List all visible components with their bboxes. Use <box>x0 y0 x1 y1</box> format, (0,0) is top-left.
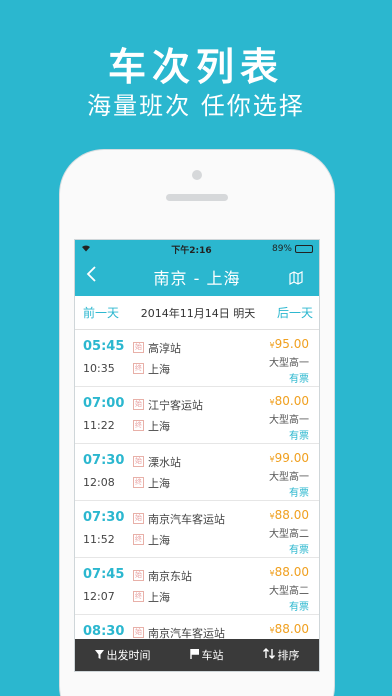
selected-date: 2014年11月14日 明天 <box>140 306 256 320</box>
map-icon[interactable] <box>289 270 303 285</box>
price: ¥88.00 <box>270 508 309 522</box>
price: ¥99.00 <box>270 451 309 465</box>
destination-tag: 终 <box>133 363 144 374</box>
depart-time: 07:45 <box>83 567 125 582</box>
depart-time-label: 出发时间 <box>106 649 151 662</box>
destination-tag: 终 <box>133 534 144 545</box>
origin-station: 溧水站 <box>148 456 181 469</box>
trip-list: 05:45 10:35 始 高淳站 终 上海 ¥95.00 大型高一 有票 07… <box>75 330 319 671</box>
price-value: 95.00 <box>274 337 309 351</box>
depart-time: 07:30 <box>83 510 125 525</box>
sort-button[interactable]: 排序 <box>262 647 300 663</box>
wifi-icon <box>81 244 91 255</box>
origin-station: 江宁客运站 <box>148 399 203 412</box>
app-screen: 下午2:16 89% 南京 - 上海 前一天 2014年11月14日 明天 后一… <box>74 239 320 672</box>
origin-tag: 始 <box>133 342 144 353</box>
trip-row[interactable]: 07:30 11:52 始 南京汽车客运站 终 上海 ¥88.00 大型高二 有… <box>75 501 319 558</box>
destination-station: 上海 <box>148 477 170 490</box>
bus-type: 大型高二 <box>269 586 309 597</box>
price-value: 88.00 <box>274 565 309 579</box>
origin-station: 南京汽车客运站 <box>148 513 225 526</box>
price-value: 99.00 <box>274 451 309 465</box>
status-right: 89% <box>272 244 313 254</box>
price-value: 88.00 <box>274 622 309 636</box>
battery-percent: 89% <box>271 244 292 254</box>
bottom-toolbar: 出发时间 车站 排序 <box>75 639 319 671</box>
chevron-left-icon[interactable] <box>85 264 97 289</box>
destination-station: 上海 <box>148 534 170 547</box>
destination-station: 上海 <box>148 420 170 433</box>
station-label: 车站 <box>201 649 224 662</box>
next-day-button[interactable]: 后一天 <box>277 304 313 321</box>
price: ¥88.00 <box>270 565 309 579</box>
arrive-time: 11:52 <box>83 533 115 546</box>
destination-tag: 终 <box>133 420 144 431</box>
prev-day-button[interactable]: 前一天 <box>83 304 119 321</box>
status-time: 下午2:16 <box>171 245 212 256</box>
bus-type: 大型高一 <box>269 415 309 426</box>
origin-station: 南京东站 <box>148 570 192 583</box>
status-bar: 下午2:16 89% <box>75 240 319 258</box>
ticket-status: 有票 <box>289 545 309 556</box>
promo-subtitle: 海量班次 任你选择 <box>87 92 305 120</box>
promo-title: 车次列表 <box>107 45 284 89</box>
origin-tag: 始 <box>133 456 144 467</box>
battery-icon <box>295 245 313 253</box>
bus-type: 大型高一 <box>269 358 309 369</box>
ticket-status: 有票 <box>289 602 309 613</box>
filter-icon <box>94 649 104 662</box>
depart-time: 07:00 <box>83 396 125 411</box>
price-value: 80.00 <box>274 394 309 408</box>
trip-row[interactable]: 07:30 12:08 始 溧水站 终 上海 ¥99.00 大型高一 有票 <box>75 444 319 501</box>
camera <box>192 170 202 180</box>
price: ¥95.00 <box>270 337 309 351</box>
ticket-status: 有票 <box>289 374 309 385</box>
ticket-status: 有票 <box>289 431 309 442</box>
destination-tag: 终 <box>133 477 144 488</box>
bus-type: 大型高一 <box>269 472 309 483</box>
filter-station-button[interactable]: 车站 <box>189 647 224 663</box>
ticket-status: 有票 <box>289 488 309 499</box>
bus-type: 大型高二 <box>269 529 309 540</box>
date-bar: 前一天 2014年11月14日 明天 后一天 <box>75 296 319 330</box>
arrive-time: 10:35 <box>83 362 115 375</box>
origin-tag: 始 <box>133 513 144 524</box>
depart-time: 08:30 <box>83 624 125 639</box>
depart-time: 07:30 <box>83 453 125 468</box>
arrive-time: 12:08 <box>83 476 115 489</box>
depart-time: 05:45 <box>83 339 125 354</box>
speaker <box>166 194 228 201</box>
destination-tag: 终 <box>133 591 144 602</box>
origin-tag: 始 <box>133 627 144 638</box>
filter-depart-time-button[interactable]: 出发时间 <box>94 647 151 663</box>
trip-row[interactable]: 07:00 11:22 始 江宁客运站 终 上海 ¥80.00 大型高一 有票 <box>75 387 319 444</box>
nav-bar: 南京 - 上海 <box>75 258 319 296</box>
price: ¥80.00 <box>270 394 309 408</box>
sort-label: 排序 <box>277 649 300 662</box>
flag-icon <box>189 647 200 662</box>
origin-tag: 始 <box>133 399 144 410</box>
origin-tag: 始 <box>133 570 144 581</box>
page-title: 南京 - 上海 <box>153 269 241 288</box>
arrive-time: 11:22 <box>83 419 115 432</box>
origin-station: 高淳站 <box>148 342 181 355</box>
sort-icon <box>262 648 275 662</box>
price-value: 88.00 <box>274 508 309 522</box>
destination-station: 上海 <box>148 591 170 604</box>
trip-row[interactable]: 05:45 10:35 始 高淳站 终 上海 ¥95.00 大型高一 有票 <box>75 330 319 387</box>
destination-station: 上海 <box>148 363 170 376</box>
arrive-time: 12:07 <box>83 590 115 603</box>
trip-row[interactable]: 07:45 12:07 始 南京东站 终 上海 ¥88.00 大型高二 有票 <box>75 558 319 615</box>
price: ¥88.00 <box>270 622 309 636</box>
